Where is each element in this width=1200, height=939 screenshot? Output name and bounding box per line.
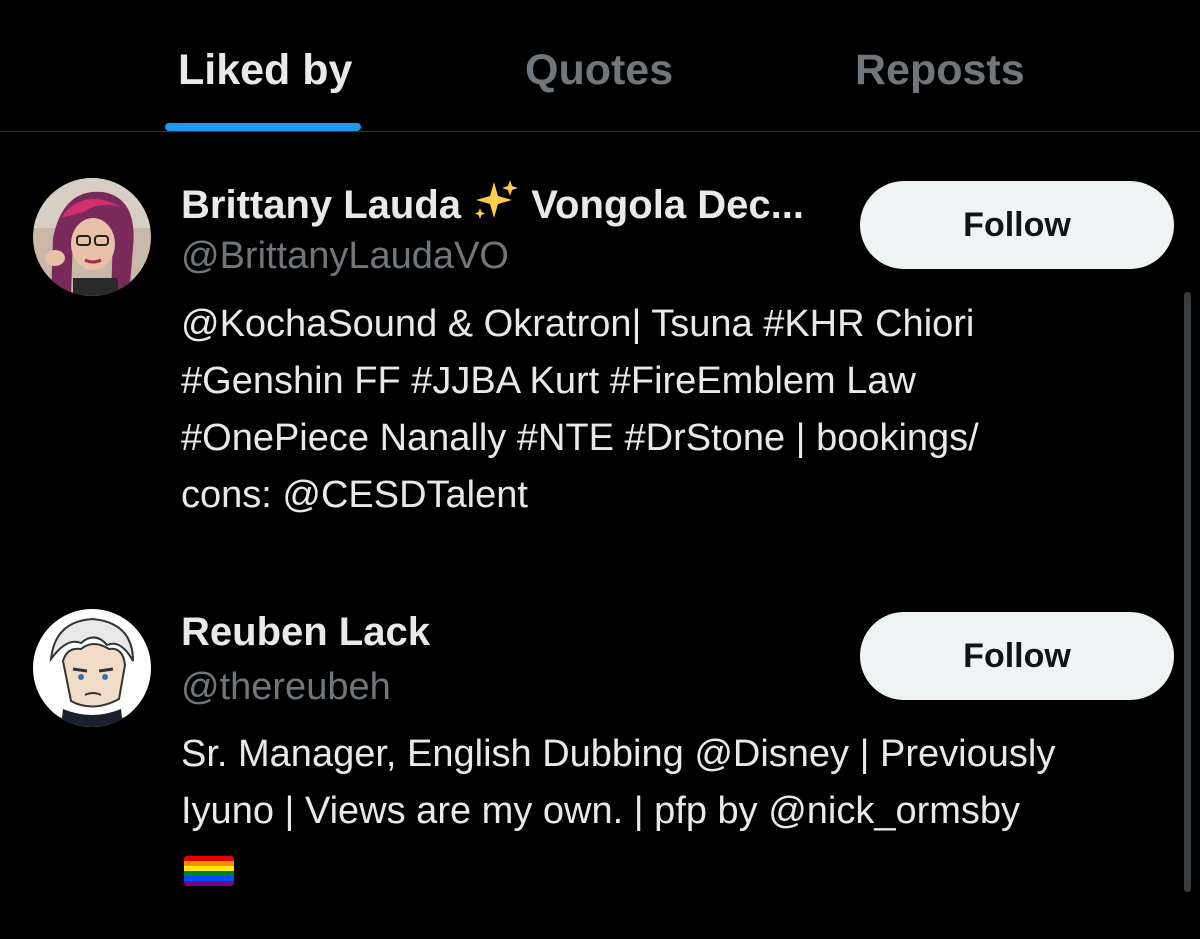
rainbow-flag-icon — [184, 856, 234, 886]
bio-line: cons: @CESDTalent — [181, 474, 528, 516]
bio-line: @KochaSound & Okratron| Tsuna #KHR Chior… — [181, 303, 975, 345]
bio-line: Sr. Manager, English Dubbing @Disney | P… — [181, 733, 1056, 775]
user-handle[interactable]: @BrittanyLaudaVO — [181, 233, 509, 279]
active-tab-indicator — [165, 123, 361, 131]
bio-line: Iyuno | Views are my own. | pfp by @nick… — [181, 790, 1021, 832]
sparkles-icon — [472, 178, 520, 233]
avatar[interactable] — [33, 609, 151, 727]
tab-bar: Liked by Quotes Reposts — [0, 0, 1200, 132]
bio-line: #Genshin FF #JJBA Kurt #FireEmblem Law — [181, 360, 916, 402]
display-name[interactable]: Brittany Lauda Vongola Dec... — [181, 178, 804, 233]
bio-line: #OnePiece Nanally #NTE #DrStone | bookin… — [181, 417, 979, 459]
scrollbar[interactable] — [1184, 292, 1191, 892]
user-bio: @KochaSound & Okratron| Tsuna #KHR Chior… — [181, 296, 1181, 524]
user-handle[interactable]: @thereubeh — [181, 664, 391, 710]
tab-quotes[interactable]: Quotes — [525, 44, 673, 104]
display-name-text: Brittany Lauda — [181, 183, 462, 227]
user-bio: Sr. Manager, English Dubbing @Disney | P… — [181, 726, 1181, 840]
tab-reposts[interactable]: Reposts — [855, 44, 1025, 104]
follow-button[interactable]: Follow — [860, 181, 1174, 269]
display-name-suffix: Vongola Dec... — [531, 183, 804, 227]
display-name[interactable]: Reuben Lack — [181, 608, 430, 656]
avatar[interactable] — [33, 178, 151, 296]
tab-liked-by[interactable]: Liked by — [178, 44, 352, 104]
follow-button[interactable]: Follow — [860, 612, 1174, 700]
